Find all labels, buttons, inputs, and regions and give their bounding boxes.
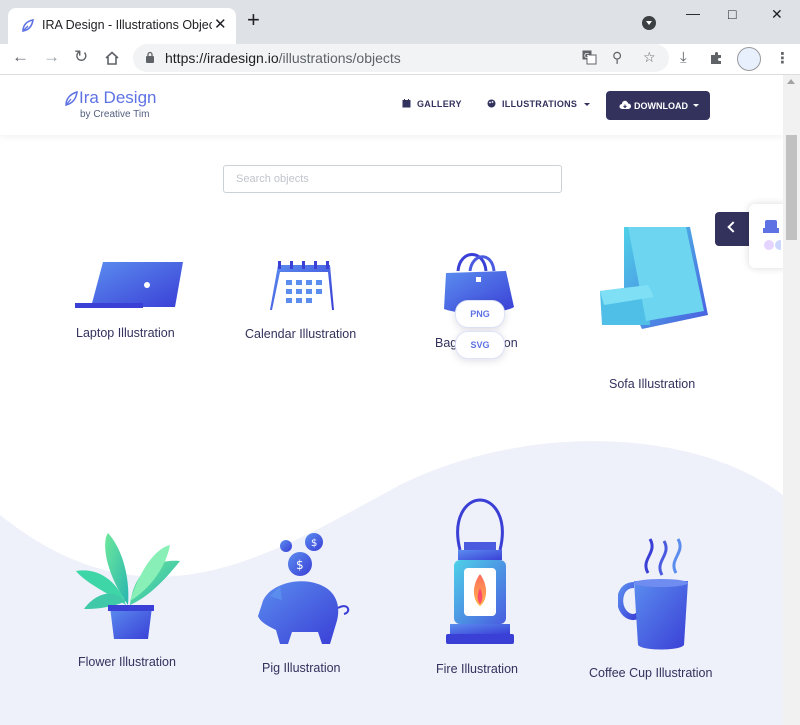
close-window-icon[interactable]: ✕ <box>771 6 783 23</box>
tab-close-icon[interactable]: ✕ <box>214 15 227 33</box>
cloud-download-icon <box>619 100 631 109</box>
chevron-left-icon <box>727 221 739 233</box>
svg-text:$: $ <box>311 538 317 549</box>
sofa-icon[interactable] <box>598 225 712 329</box>
scroll-up-icon[interactable] <box>787 79 795 84</box>
item-label[interactable]: Pig Illustration <box>262 661 341 675</box>
palette-icon <box>487 99 496 108</box>
item-label[interactable]: Fire Illustration <box>436 662 518 676</box>
svg-download-button[interactable]: SVG <box>455 331 505 359</box>
page-scrollbar[interactable] <box>783 75 800 725</box>
ira-favicon-icon <box>22 19 34 32</box>
lock-icon <box>146 51 154 63</box>
logo-subtitle: by Creative Tim <box>80 109 150 120</box>
pig-icon[interactable]: $ $ <box>256 532 352 646</box>
page-viewport: Ira Design by Creative Tim GALLERY ILLUS… <box>0 75 783 725</box>
profile-avatar[interactable] <box>737 47 761 71</box>
nav-illustrations-label: ILLUSTRATIONS <box>502 99 578 109</box>
nav-illustrations[interactable]: ILLUSTRATIONS <box>487 99 591 109</box>
translate-icon[interactable]: G <box>582 50 597 65</box>
bookmark-star-icon[interactable]: ☆ <box>643 49 656 66</box>
forward-icon[interactable]: → <box>43 47 60 67</box>
scrollbar-thumb[interactable] <box>786 135 797 240</box>
svg-text:G: G <box>584 52 589 60</box>
laptop-icon[interactable] <box>73 259 185 311</box>
tab-title: IRA Design - Illustrations Objects <box>42 18 212 32</box>
nav-gallery-label: GALLERY <box>417 99 462 109</box>
item-label[interactable]: Calendar Illustration <box>245 327 356 341</box>
png-download-button[interactable]: PNG <box>455 300 505 328</box>
home-icon[interactable] <box>104 51 120 66</box>
search-box[interactable] <box>223 165 562 193</box>
chevron-down-icon <box>584 103 591 106</box>
item-label[interactable]: Coffee Cup Illustration <box>589 666 712 680</box>
calendar-icon[interactable] <box>268 260 336 312</box>
url-text: https://iradesign.io/illustrations/objec… <box>165 50 401 66</box>
download-icon[interactable]: ⤓ <box>680 49 687 66</box>
url-host: https://iradesign.io <box>165 50 279 66</box>
minimize-icon[interactable]: — <box>686 5 700 21</box>
back-icon[interactable]: ← <box>12 47 29 67</box>
search-input[interactable] <box>234 166 558 192</box>
browser-titlebar: IRA Design - Illustrations Objects ✕ + —… <box>0 0 800 44</box>
flower-icon[interactable] <box>74 531 184 641</box>
download-caret-icon <box>693 104 699 107</box>
url-path: /illustrations/objects <box>278 50 401 66</box>
maximize-icon[interactable]: □ <box>728 6 736 22</box>
ira-logo-icon[interactable] <box>65 91 78 106</box>
chrome-menu-icon[interactable]: ⋮ <box>775 49 790 67</box>
logo-text[interactable]: Ira Design <box>79 88 156 108</box>
address-bar[interactable]: https://iradesign.io/illustrations/objec… <box>133 44 669 72</box>
extensions-icon[interactable] <box>709 51 724 66</box>
download-button-label: DOWNLOAD <box>634 101 688 111</box>
zoom-icon[interactable]: ⚲ <box>612 49 622 66</box>
sidebar-toggle-button[interactable] <box>715 212 749 246</box>
tab-search-icon[interactable] <box>642 16 656 30</box>
coffee-cup-icon[interactable] <box>618 537 692 653</box>
lantern-icon[interactable] <box>444 498 516 646</box>
item-label[interactable]: Laptop Illustration <box>76 326 175 340</box>
reload-icon[interactable]: ↻ <box>74 47 88 67</box>
gallery-icon <box>402 99 411 108</box>
new-tab-button[interactable]: + <box>247 9 260 31</box>
item-label[interactable]: Flower Illustration <box>78 655 176 669</box>
download-button[interactable]: DOWNLOAD <box>606 91 710 120</box>
nav-gallery[interactable]: GALLERY <box>402 99 462 109</box>
side-panel[interactable] <box>749 204 783 268</box>
browser-tab[interactable]: IRA Design - Illustrations Objects ✕ <box>8 8 236 44</box>
browser-toolbar: ← → ↻ https://iradesign.io/illustrations… <box>0 44 800 75</box>
side-panel-icon <box>763 220 781 250</box>
item-label[interactable]: Sofa Illustration <box>609 377 695 391</box>
svg-text:$: $ <box>296 558 304 572</box>
site-navbar: Ira Design by Creative Tim GALLERY ILLUS… <box>0 75 783 135</box>
